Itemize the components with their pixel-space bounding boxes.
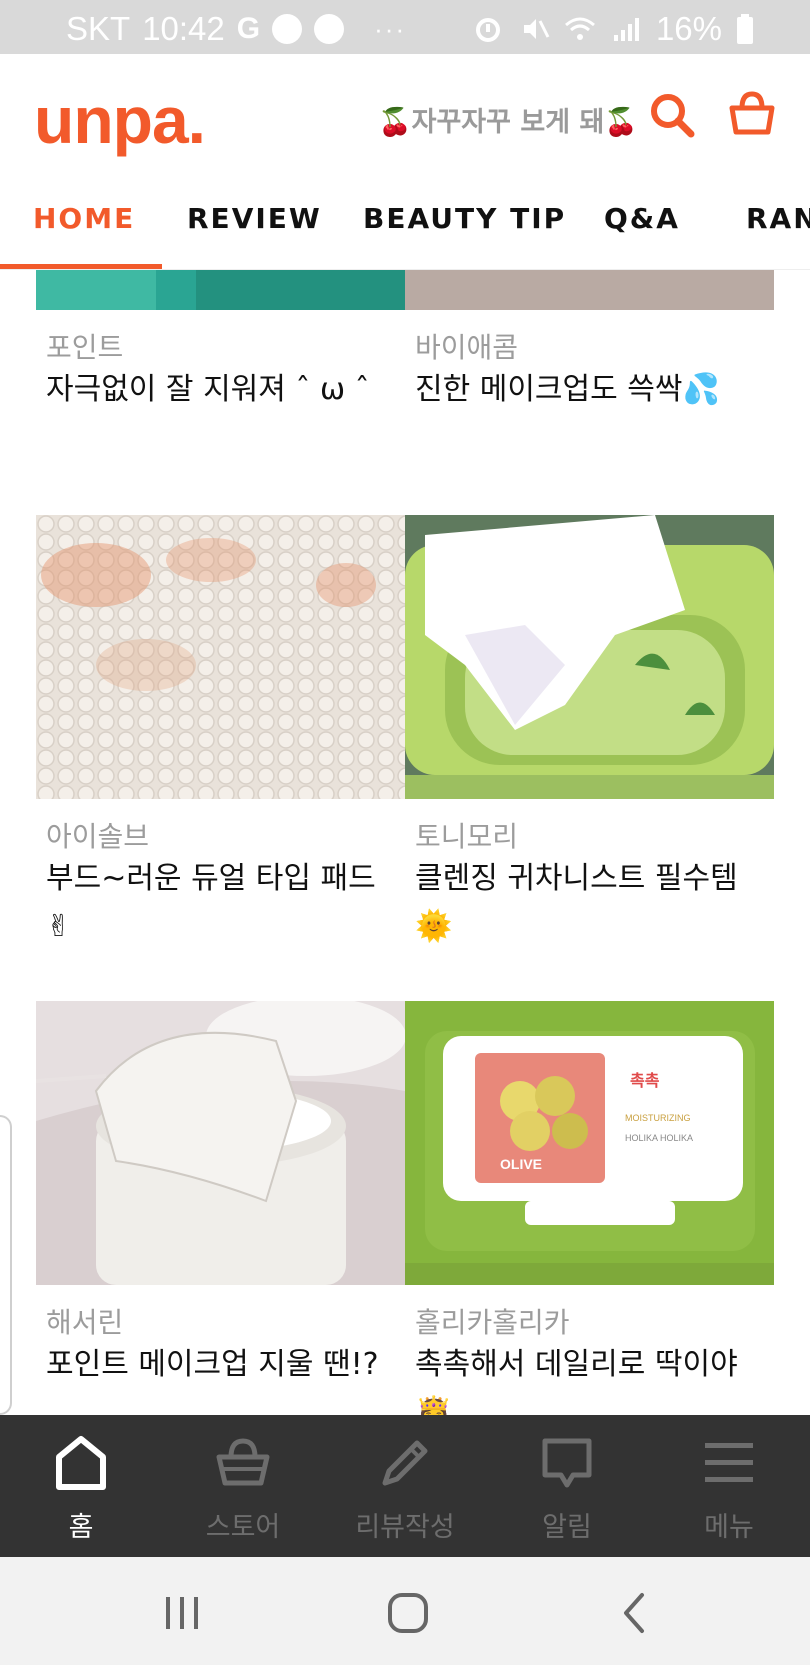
- nav-label: 메뉴: [704, 1512, 754, 1543]
- card-title: 클렌징 귀차니스트 필수템🌞: [415, 861, 738, 944]
- mute-icon: [523, 19, 550, 39]
- card-title: 촉촉해서 데일리로 딱이야👸: [415, 1347, 738, 1415]
- nav-label: 알림: [542, 1512, 592, 1543]
- review-card[interactable]: 포인트 자극없이 잘 지워져 ˆ ω ˆ: [36, 270, 405, 414]
- card-brand: 바이애콤: [415, 331, 519, 364]
- home-icon: [56, 1436, 106, 1490]
- basket-icon: [216, 1438, 270, 1486]
- card-image[interactable]: [36, 270, 405, 310]
- chat-bubble-icon: [542, 1438, 592, 1488]
- pack-korean-label: 촉촉: [630, 1071, 660, 1090]
- nav-label: 리뷰작성: [355, 1512, 455, 1543]
- tab-beauty-tip[interactable]: BEAUTY TIP: [363, 202, 566, 235]
- app-header: unpa. 🍒자꾸자꾸 보게 돼🍒: [0, 54, 810, 172]
- card-brand: 해서린: [46, 1306, 124, 1339]
- bottom-navigation: 홈 스토어 리뷰작성 알림 메뉴: [0, 1415, 810, 1557]
- edge-panel-handle[interactable]: [0, 1115, 12, 1415]
- card-image[interactable]: [405, 270, 774, 310]
- messenger-notification-icon-2: [314, 14, 345, 44]
- review-feed: 포인트 자극없이 잘 지워져 ˆ ω ˆ 바이애콤 진한 메이크업도 쓱싹💦 아…: [0, 270, 810, 1415]
- tab-ranking[interactable]: RAN: [746, 202, 810, 235]
- card-title: 진한 메이크업도 쓱싹💦: [415, 372, 720, 407]
- battery-icon: [737, 14, 753, 44]
- card-image[interactable]: [36, 1001, 405, 1285]
- card-brand: 홀리카홀리카: [415, 1306, 570, 1339]
- wifi-icon: [564, 17, 595, 40]
- card-image[interactable]: [405, 515, 774, 799]
- pack-brand-label: HOLIKA HOLIKA: [625, 1133, 693, 1143]
- unpa-logo[interactable]: unpa.: [34, 82, 206, 158]
- alarm-icon: [475, 18, 500, 42]
- review-card[interactable]: OLIVE 촉촉 MOISTURIZING HOLIKA HOLIKA 홀리카홀…: [405, 1001, 774, 1415]
- card-title: 포인트 메이크업 지울 땐!?: [46, 1347, 379, 1382]
- pencil-icon: [382, 1440, 428, 1486]
- review-card[interactable]: 토니모리 클렌징 귀차니스트 필수템🌞: [405, 515, 774, 951]
- signal-icon: [613, 18, 639, 41]
- card-image[interactable]: [36, 515, 405, 799]
- nav-label: 스토어: [205, 1512, 281, 1543]
- home-button-icon[interactable]: [384, 1591, 432, 1635]
- card-title: 부드~러운 듀얼 타입 패드✌: [46, 861, 376, 944]
- header-slogan: 🍒자꾸자꾸 보게 돼🍒: [378, 107, 638, 138]
- more-notifications-icon: ···: [374, 13, 407, 44]
- menu-icon: [705, 1443, 753, 1482]
- card-title: 자극없이 잘 지워져 ˆ ω ˆ: [46, 372, 370, 407]
- g-notification-icon: G: [236, 12, 261, 45]
- olive-label: OLIVE: [500, 1156, 542, 1172]
- card-brand: 아이솔브: [46, 820, 150, 853]
- status-left: SKT 10:42 G ···: [66, 10, 406, 48]
- cart-icon[interactable]: [728, 90, 776, 138]
- card-image[interactable]: OLIVE 촉촉 MOISTURIZING HOLIKA HOLIKA: [405, 1001, 774, 1285]
- tab-qna[interactable]: Q&A: [604, 202, 680, 235]
- recents-icon[interactable]: [158, 1591, 206, 1635]
- search-icon[interactable]: [648, 91, 696, 139]
- carrier-label: SKT: [66, 10, 131, 47]
- tab-home[interactable]: HOME: [33, 202, 135, 235]
- status-right: 16%: [472, 10, 754, 48]
- system-navigation-bar: [0, 1557, 810, 1665]
- nav-home[interactable]: 홈: [0, 1415, 162, 1557]
- moist-label: MOISTURIZING: [625, 1113, 691, 1123]
- category-tabs: HOME REVIEW BEAUTY TIP Q&A RAN: [0, 172, 810, 270]
- status-time: 10:42: [142, 10, 225, 47]
- messenger-notification-icon: [272, 14, 303, 44]
- review-card[interactable]: 바이애콤 진한 메이크업도 쓱싹💦: [405, 270, 774, 414]
- status-bar: SKT 10:42 G ··· 16%: [0, 0, 810, 54]
- review-card[interactable]: 해서린 포인트 메이크업 지울 땐!?: [36, 1001, 405, 1389]
- nav-label: 홈: [68, 1512, 94, 1543]
- tab-review[interactable]: REVIEW: [187, 202, 322, 235]
- nav-menu[interactable]: 메뉴: [648, 1415, 810, 1557]
- review-card[interactable]: 아이솔브 부드~러운 듀얼 타입 패드✌: [36, 515, 405, 951]
- nav-store[interactable]: 스토어: [162, 1415, 324, 1557]
- nav-write-review[interactable]: 리뷰작성: [324, 1415, 486, 1557]
- nav-notifications[interactable]: 알림: [486, 1415, 648, 1557]
- card-brand: 토니모리: [415, 820, 519, 853]
- card-brand: 포인트: [46, 331, 124, 364]
- battery-percent: 16%: [655, 10, 722, 47]
- back-icon[interactable]: [612, 1591, 660, 1635]
